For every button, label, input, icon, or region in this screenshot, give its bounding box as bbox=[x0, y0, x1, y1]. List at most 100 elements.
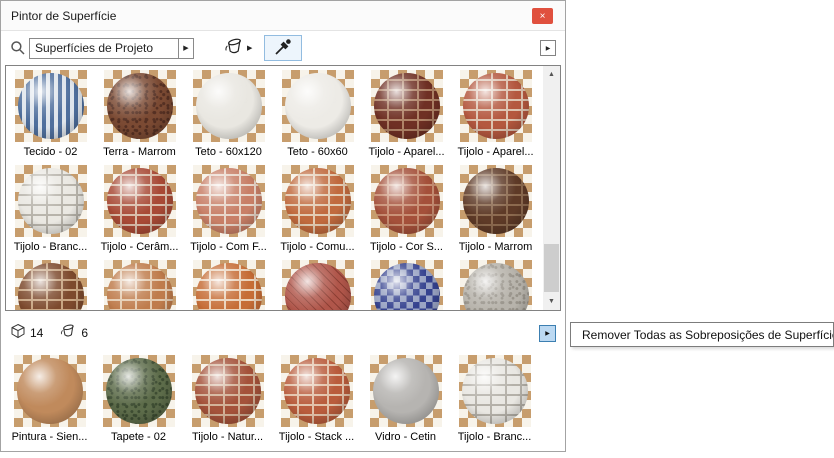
search-dropdown-button[interactable]: ▶ bbox=[178, 37, 194, 59]
material-thumbnail bbox=[280, 355, 353, 427]
material-item[interactable]: Tijolo - Branc... bbox=[6, 161, 95, 256]
titlebar[interactable]: Pintor de Superfície × bbox=[1, 1, 565, 31]
material-sphere bbox=[462, 73, 529, 139]
scroll-down-button[interactable]: ▼ bbox=[543, 293, 560, 310]
overrides-count-group: 6 bbox=[59, 323, 88, 344]
material-item[interactable]: Tijolo - Cor S... bbox=[362, 161, 451, 256]
surface-painter-dialog: Pintor de Superfície × ▶ bbox=[0, 0, 566, 452]
material-sphere bbox=[284, 73, 351, 139]
flyout-arrow-icon: ▶ bbox=[545, 330, 550, 337]
material-label: Teto - 60x60 bbox=[287, 146, 348, 158]
material-sphere bbox=[194, 358, 261, 424]
material-list-panel: Tecido - 02 Terra - Marrom Teto - 60x120… bbox=[5, 65, 561, 311]
paint-bucket-icon bbox=[223, 37, 245, 59]
material-item[interactable]: Tijolo - Aparel... bbox=[451, 66, 540, 161]
material-thumbnail bbox=[370, 260, 443, 310]
material-item[interactable]: Vidro - Cetin bbox=[361, 351, 450, 446]
material-label: Vidro - Cetin bbox=[375, 431, 436, 443]
material-item[interactable]: Tijolo - Branc... bbox=[450, 351, 539, 446]
eyedropper-button[interactable] bbox=[264, 35, 303, 61]
material-item[interactable]: Tijolo - Comu... bbox=[273, 161, 362, 256]
vertical-scrollbar[interactable]: ▲ ▼ bbox=[543, 66, 560, 310]
close-button[interactable]: × bbox=[532, 8, 553, 24]
scroll-up-button[interactable]: ▲ bbox=[543, 66, 560, 83]
material-item[interactable]: Tijolo - Natur... bbox=[183, 351, 272, 446]
material-item[interactable] bbox=[362, 256, 451, 310]
material-label: Tijolo - Stack ... bbox=[278, 431, 355, 443]
material-thumbnail bbox=[281, 260, 354, 310]
window-title: Pintor de Superfície bbox=[11, 9, 117, 23]
materials-count-group: 14 bbox=[10, 323, 43, 344]
material-thumbnail bbox=[103, 165, 176, 237]
material-sphere bbox=[461, 358, 528, 424]
material-label: Tijolo - Cor S... bbox=[370, 241, 443, 253]
material-label: Tijolo - Branc... bbox=[457, 431, 532, 443]
material-item[interactable]: Tijolo - Cerâm... bbox=[95, 161, 184, 256]
material-sphere bbox=[462, 263, 529, 310]
scrollbar-thumb[interactable] bbox=[544, 244, 559, 292]
paint-bucket-flyout-arrow[interactable]: ▶ bbox=[247, 44, 252, 52]
material-item[interactable]: Teto - 60x60 bbox=[273, 66, 362, 161]
material-item[interactable]: Tijolo - Marrom bbox=[451, 161, 540, 256]
material-item[interactable] bbox=[451, 256, 540, 310]
material-label: Terra - Marrom bbox=[103, 146, 176, 158]
overrides-flyout-button[interactable]: ▶ bbox=[539, 324, 556, 342]
material-sphere bbox=[373, 263, 440, 310]
material-item[interactable]: Tijolo - Com F... bbox=[184, 161, 273, 256]
material-label: Tapete - 02 bbox=[110, 431, 167, 443]
material-thumbnail bbox=[103, 70, 176, 142]
material-label: Tijolo - Aparel... bbox=[457, 146, 534, 158]
material-label: Tijolo - Com F... bbox=[190, 241, 267, 253]
material-item[interactable] bbox=[6, 256, 95, 310]
material-item[interactable]: Teto - 60x120 bbox=[184, 66, 273, 161]
overrides-count: 6 bbox=[81, 326, 89, 340]
material-item[interactable]: Tapete - 02 bbox=[94, 351, 183, 446]
material-thumbnail bbox=[191, 355, 264, 427]
material-label: Tijolo - Comu... bbox=[280, 241, 355, 253]
material-item[interactable] bbox=[184, 256, 273, 310]
material-thumbnail bbox=[459, 260, 532, 310]
materials-count: 14 bbox=[30, 326, 44, 340]
material-thumbnail bbox=[459, 165, 532, 237]
material-thumbnail bbox=[281, 165, 354, 237]
material-sphere bbox=[195, 168, 262, 234]
material-item[interactable]: Tijolo - Aparel... bbox=[362, 66, 451, 161]
upper-material-grid: Tecido - 02 Terra - Marrom Teto - 60x120… bbox=[6, 66, 543, 310]
material-label: Tijolo - Aparel... bbox=[368, 146, 445, 158]
material-item[interactable]: Pintura - Sien... bbox=[5, 351, 94, 446]
scroll-down-icon: ▼ bbox=[548, 298, 555, 305]
material-thumbnail bbox=[102, 355, 175, 427]
scroll-up-icon: ▲ bbox=[548, 71, 555, 78]
material-item[interactable] bbox=[95, 256, 184, 310]
material-label: Teto - 60x120 bbox=[195, 146, 262, 158]
material-thumbnail bbox=[14, 260, 87, 310]
material-thumbnail bbox=[370, 70, 443, 142]
material-sphere bbox=[462, 168, 529, 234]
material-sphere bbox=[17, 73, 84, 139]
material-sphere bbox=[17, 263, 84, 310]
material-sphere bbox=[284, 168, 351, 234]
material-label: Tijolo - Natur... bbox=[191, 431, 264, 443]
material-label: Tijolo - Marrom bbox=[458, 241, 533, 253]
search-input[interactable] bbox=[29, 37, 179, 59]
paint-bucket-button[interactable] bbox=[220, 36, 248, 60]
material-sphere bbox=[16, 358, 83, 424]
toolbar-flyout-button[interactable]: ▶ bbox=[540, 40, 556, 56]
material-thumbnail bbox=[13, 355, 86, 427]
material-sphere bbox=[106, 73, 173, 139]
material-thumbnail bbox=[192, 260, 265, 310]
toolbar: ▶ ▶ bbox=[1, 32, 565, 64]
material-item[interactable]: Terra - Marrom bbox=[95, 66, 184, 161]
material-item[interactable]: Tecido - 02 bbox=[6, 66, 95, 161]
material-thumbnail bbox=[369, 355, 442, 427]
material-thumbnail bbox=[459, 70, 532, 142]
material-thumbnail bbox=[192, 165, 265, 237]
search-icon bbox=[10, 40, 26, 56]
material-thumbnail bbox=[281, 70, 354, 142]
material-sphere bbox=[195, 263, 262, 310]
material-thumbnail bbox=[14, 165, 87, 237]
material-item[interactable] bbox=[273, 256, 362, 310]
material-item[interactable]: Tijolo - Stack ... bbox=[272, 351, 361, 446]
paint-bucket-small-icon bbox=[59, 323, 77, 344]
remove-all-overrides-menu-item[interactable]: Remover Todas as Sobreposições de Superf… bbox=[571, 328, 833, 342]
